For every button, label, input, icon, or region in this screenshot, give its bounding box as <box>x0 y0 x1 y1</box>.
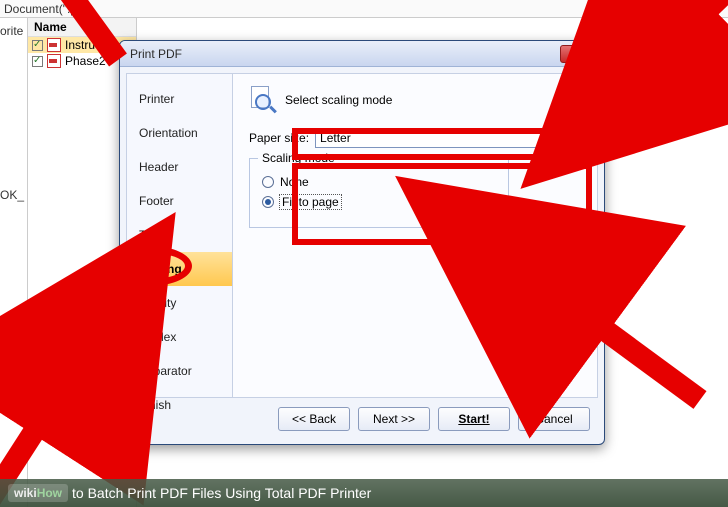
radio-label: Fit to page <box>280 195 341 209</box>
settings-content: Select scaling mode Paper size: Letter S… <box>233 74 597 397</box>
caption-text: to Batch Print PDF Files Using Total PDF… <box>72 485 371 501</box>
sidebar-item-tray[interactable]: Tray <box>127 218 232 252</box>
pdf-icon <box>47 38 61 52</box>
dialog-titlebar[interactable]: Print PDF ✕ <box>120 41 604 67</box>
dialog-button-bar: << Back Next >> Start! Cancel <box>126 402 598 436</box>
sidebar-item-duplex[interactable]: Duplex <box>127 320 232 354</box>
radio-row-fit-to-page[interactable]: Fit to page <box>262 195 496 209</box>
start-button[interactable]: Start! <box>438 407 510 431</box>
brand-part-1: wiki <box>14 486 37 500</box>
paper-size-dropdown[interactable]: Letter <box>315 128 581 148</box>
pdf-icon <box>47 54 61 68</box>
path-bar: Document(".pdf) <box>0 0 728 18</box>
checkbox-icon[interactable] <box>32 56 43 67</box>
dialog-title: Print PDF <box>130 47 182 61</box>
brand-part-2: How <box>37 486 62 500</box>
sidebar-item-scaling[interactable]: Scaling <box>127 252 232 286</box>
next-button[interactable]: Next >> <box>358 407 430 431</box>
print-pdf-dialog: Print PDF ✕ PrinterOrientationHeaderFoot… <box>119 40 605 445</box>
checkbox-icon[interactable] <box>32 40 43 51</box>
paper-size-value: Letter <box>320 131 351 145</box>
close-icon: ✕ <box>575 47 585 61</box>
column-header-name[interactable]: Name <box>28 18 136 37</box>
back-button[interactable]: << Back <box>278 407 350 431</box>
magnifier-icon <box>249 86 277 114</box>
radio-icon[interactable] <box>262 176 274 188</box>
scaling-mode-group: Scaling mode NoneFit to page <box>249 158 509 228</box>
radio-icon[interactable] <box>262 196 274 208</box>
radio-row-none[interactable]: None <box>262 175 496 189</box>
radio-label: None <box>280 175 309 189</box>
sidebar-item-quality[interactable]: Quality <box>127 286 232 320</box>
sidebar-item-header[interactable]: Header <box>127 150 232 184</box>
paper-size-label: Paper size: <box>249 131 309 145</box>
wikihow-badge: wikiHow <box>8 484 68 502</box>
sidebar-item-orientation[interactable]: Orientation <box>127 116 232 150</box>
sidebar-item-printer[interactable]: Printer <box>127 82 232 116</box>
wikihow-caption: wikiHow to Batch Print PDF Files Using T… <box>0 479 728 507</box>
close-button[interactable]: ✕ <box>560 45 600 63</box>
file-name: Instruc <box>65 38 101 52</box>
sidebar-item-footer[interactable]: Footer <box>127 184 232 218</box>
cancel-button[interactable]: Cancel <box>518 407 590 431</box>
sidebar-item-separator[interactable]: Separator <box>127 354 232 388</box>
group-legend: Scaling mode <box>258 151 339 165</box>
file-name: Phase2 <box>65 54 106 68</box>
status-text: OK_ <box>0 188 24 202</box>
settings-sidebar: PrinterOrientationHeaderFooterTrayScalin… <box>127 74 233 397</box>
left-pane-fragment: orite <box>0 18 27 78</box>
content-heading: Select scaling mode <box>285 93 392 107</box>
chevron-down-icon <box>568 136 576 141</box>
dialog-body: PrinterOrientationHeaderFooterTrayScalin… <box>126 73 598 398</box>
